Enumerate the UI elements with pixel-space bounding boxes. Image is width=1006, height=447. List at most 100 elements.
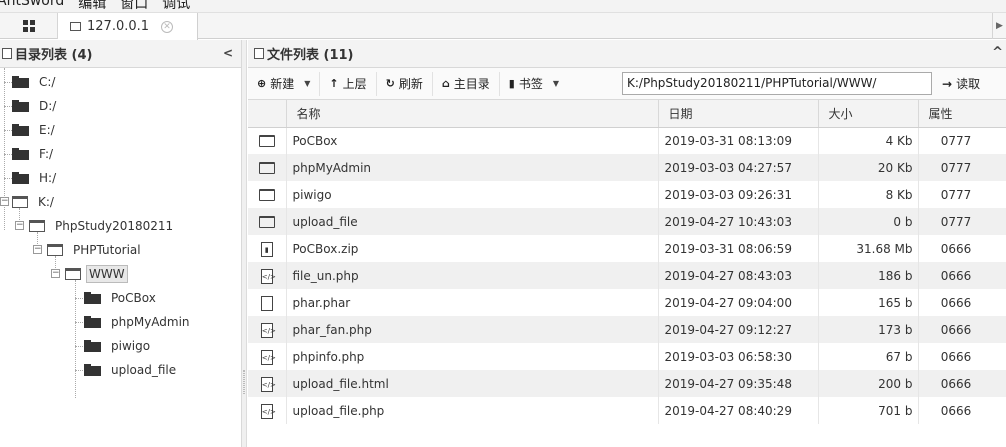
tree-node-phptutorial[interactable]: − PHPTutorial (33, 239, 143, 261)
bookmark-icon: ▮ (508, 77, 515, 90)
file-icon-cell: </> (248, 316, 287, 343)
collapse-toggle-icon[interactable]: − (0, 197, 9, 206)
tree-node-f[interactable]: F:/ (12, 143, 55, 165)
tree-node-piwigo[interactable]: piwigo (84, 335, 152, 357)
folder-icon (258, 189, 275, 201)
file-icon-cell (248, 289, 287, 316)
menu-bar: AntSword 编辑 窗口 调试 (0, 0, 1006, 12)
bookmark-button[interactable]: ▮ 书签 ▼ (500, 72, 568, 96)
new-button[interactable]: ⊕ 新建 ▼ (248, 71, 321, 96)
up-button[interactable]: ↑ 上层 (320, 71, 377, 96)
tree-node-c[interactable]: C:/ (12, 71, 57, 93)
file-attr: 0666 (918, 289, 1006, 316)
table-row[interactable]: upload_file 2019-04-27 10:43:03 0 b 0777 (248, 208, 1006, 235)
tree-line (4, 130, 12, 131)
file-date: 2019-03-31 08:06:59 (658, 235, 819, 262)
column-header-name[interactable]: 名称 (286, 100, 659, 128)
close-icon[interactable]: ✕ (161, 20, 174, 33)
collapse-toggle-icon[interactable]: − (15, 221, 24, 230)
file-attr: 0666 (918, 262, 1006, 289)
table-row[interactable]: piwigo 2019-03-03 09:26:31 8 Kb 0777 (248, 181, 1006, 208)
tree-node-phpstudy[interactable]: − PhpStudy20180211 (15, 215, 175, 237)
path-input[interactable]: K:/PhpStudy20180211/PHPTutorial/WWW/ (622, 72, 932, 95)
table-row[interactable]: </> upload_file.php 2019-04-27 08:40:29 701… (248, 397, 1006, 424)
table-row[interactable]: </> upload_file.html 2019-04-27 09:35:48 20… (248, 370, 1006, 397)
read-button-label: 读取 (956, 77, 981, 91)
collapse-up-icon[interactable]: ^ (992, 45, 1003, 60)
file-size: 200 b (818, 370, 919, 397)
tree-node-phpmyadmin[interactable]: phpMyAdmin (84, 311, 192, 333)
tree-node-h[interactable]: H:/ (12, 167, 58, 189)
file-attr: 0666 (918, 397, 1006, 424)
table-row[interactable]: ▮ PoCBox.zip 2019-03-31 08:06:59 31.68 Mb 06… (248, 235, 1006, 262)
folder-icon (12, 100, 29, 112)
tree-node-upload-file[interactable]: upload_file (84, 359, 178, 381)
file-attr: 0777 (918, 208, 1006, 235)
tree-node-e[interactable]: E:/ (12, 119, 57, 141)
folder-icon (84, 364, 101, 376)
read-button[interactable]: → 读取 (942, 72, 980, 95)
tree-node-pocbox[interactable]: PoCBox (84, 287, 158, 309)
table-row[interactable]: </> phpinfo.php 2019-03-03 06:58:30 67 b 066… (248, 343, 1006, 370)
folder-icon (84, 292, 101, 304)
menu-item-debug[interactable]: 调试 (162, 0, 190, 12)
file-name: phpinfo.php (286, 343, 659, 370)
column-header-size[interactable]: 大小 (818, 100, 919, 128)
tree-node-k[interactable]: − K:/ (0, 191, 56, 213)
file-date: 2019-04-27 10:43:03 (658, 208, 819, 235)
file-date: 2019-03-03 09:26:31 (658, 181, 819, 208)
file-size: 173 b (818, 316, 919, 343)
table-row[interactable]: </> phar_fan.php 2019-04-27 09:12:27 173 b0… (248, 316, 1006, 343)
file-date: 2019-04-27 09:12:27 (658, 316, 819, 343)
tree-node-label: E:/ (39, 123, 55, 137)
file-size: 165 b (818, 289, 919, 316)
collapse-left-icon[interactable]: < (223, 46, 233, 60)
tree-node-www[interactable]: − WWW (51, 263, 128, 285)
tab-host[interactable]: 127.0.0.1 ✕ (58, 13, 198, 40)
home-button[interactable]: ⌂ 主目录 (433, 71, 500, 96)
tree-node-label: PhpStudy20180211 (55, 219, 174, 233)
refresh-button[interactable]: ↻ 刷新 (377, 71, 433, 96)
bookmark-button-label: 书签 (518, 77, 543, 91)
collapse-toggle-icon[interactable]: − (51, 269, 60, 278)
tree-node-label: C:/ (39, 75, 56, 89)
refresh-button-label: 刷新 (398, 77, 423, 91)
refresh-icon: ↻ (385, 77, 395, 90)
file-date: 2019-03-03 04:27:57 (658, 154, 819, 181)
file-size: 186 b (818, 262, 919, 289)
folder-open-icon (29, 220, 45, 232)
file-name: file_un.php (286, 262, 659, 289)
menu-item-app[interactable]: AntSword (0, 0, 64, 12)
tab-host-label: 127.0.0.1 (87, 19, 150, 34)
table-row[interactable]: phpMyAdmin 2019-03-03 04:27:57 20 Kb 0777 (248, 154, 1006, 181)
file-attr: 0777 (918, 181, 1006, 208)
file-icon (260, 295, 273, 311)
file-attr: 0666 (918, 370, 1006, 397)
splitter-grip[interactable] (243, 370, 245, 394)
table-row[interactable]: </> file_un.php 2019-04-27 08:43:03 186 b 06… (248, 262, 1006, 289)
code-file-icon: </> (260, 349, 276, 365)
tabs-scroll-right-icon[interactable]: ▶ (992, 13, 1006, 39)
file-date: 2019-04-27 08:43:03 (658, 262, 819, 289)
menu-item-window[interactable]: 窗口 (120, 0, 148, 12)
file-attr: 0666 (918, 343, 1006, 370)
folder-icon (84, 316, 101, 328)
tree-node-label: upload_file (111, 363, 177, 377)
menu-item-edit[interactable]: 编辑 (78, 0, 106, 12)
file-icon (254, 48, 264, 59)
file-name: PoCBox (286, 127, 659, 154)
folder-open-icon (12, 196, 28, 208)
panel-splitter[interactable] (242, 40, 247, 447)
table-row[interactable]: PoCBox 2019-03-31 08:13:09 4 Kb 0777 (248, 127, 1006, 154)
tab-home[interactable] (0, 13, 58, 39)
file-date: 2019-04-27 09:35:48 (658, 370, 819, 397)
column-header-attr[interactable]: 属性 (918, 100, 1006, 128)
home-icon: ⌂ (441, 77, 450, 90)
tree-node-d[interactable]: D:/ (12, 95, 58, 117)
table-row[interactable]: phar.phar 2019-04-27 09:04:00 165 b 0666 (248, 289, 1006, 316)
directory-panel-title: 目录列表 (4) (15, 48, 93, 63)
file-panel: 文件列表 (11) ^ ⊕ 新建 ▼ ↑ 上层 ↻ 刷新 ⌂ 主目录 ▮ 书签 … (248, 40, 1006, 447)
column-header-date[interactable]: 日期 (658, 100, 819, 128)
collapse-toggle-icon[interactable]: − (33, 245, 42, 254)
tree-node-label: H:/ (39, 171, 57, 185)
